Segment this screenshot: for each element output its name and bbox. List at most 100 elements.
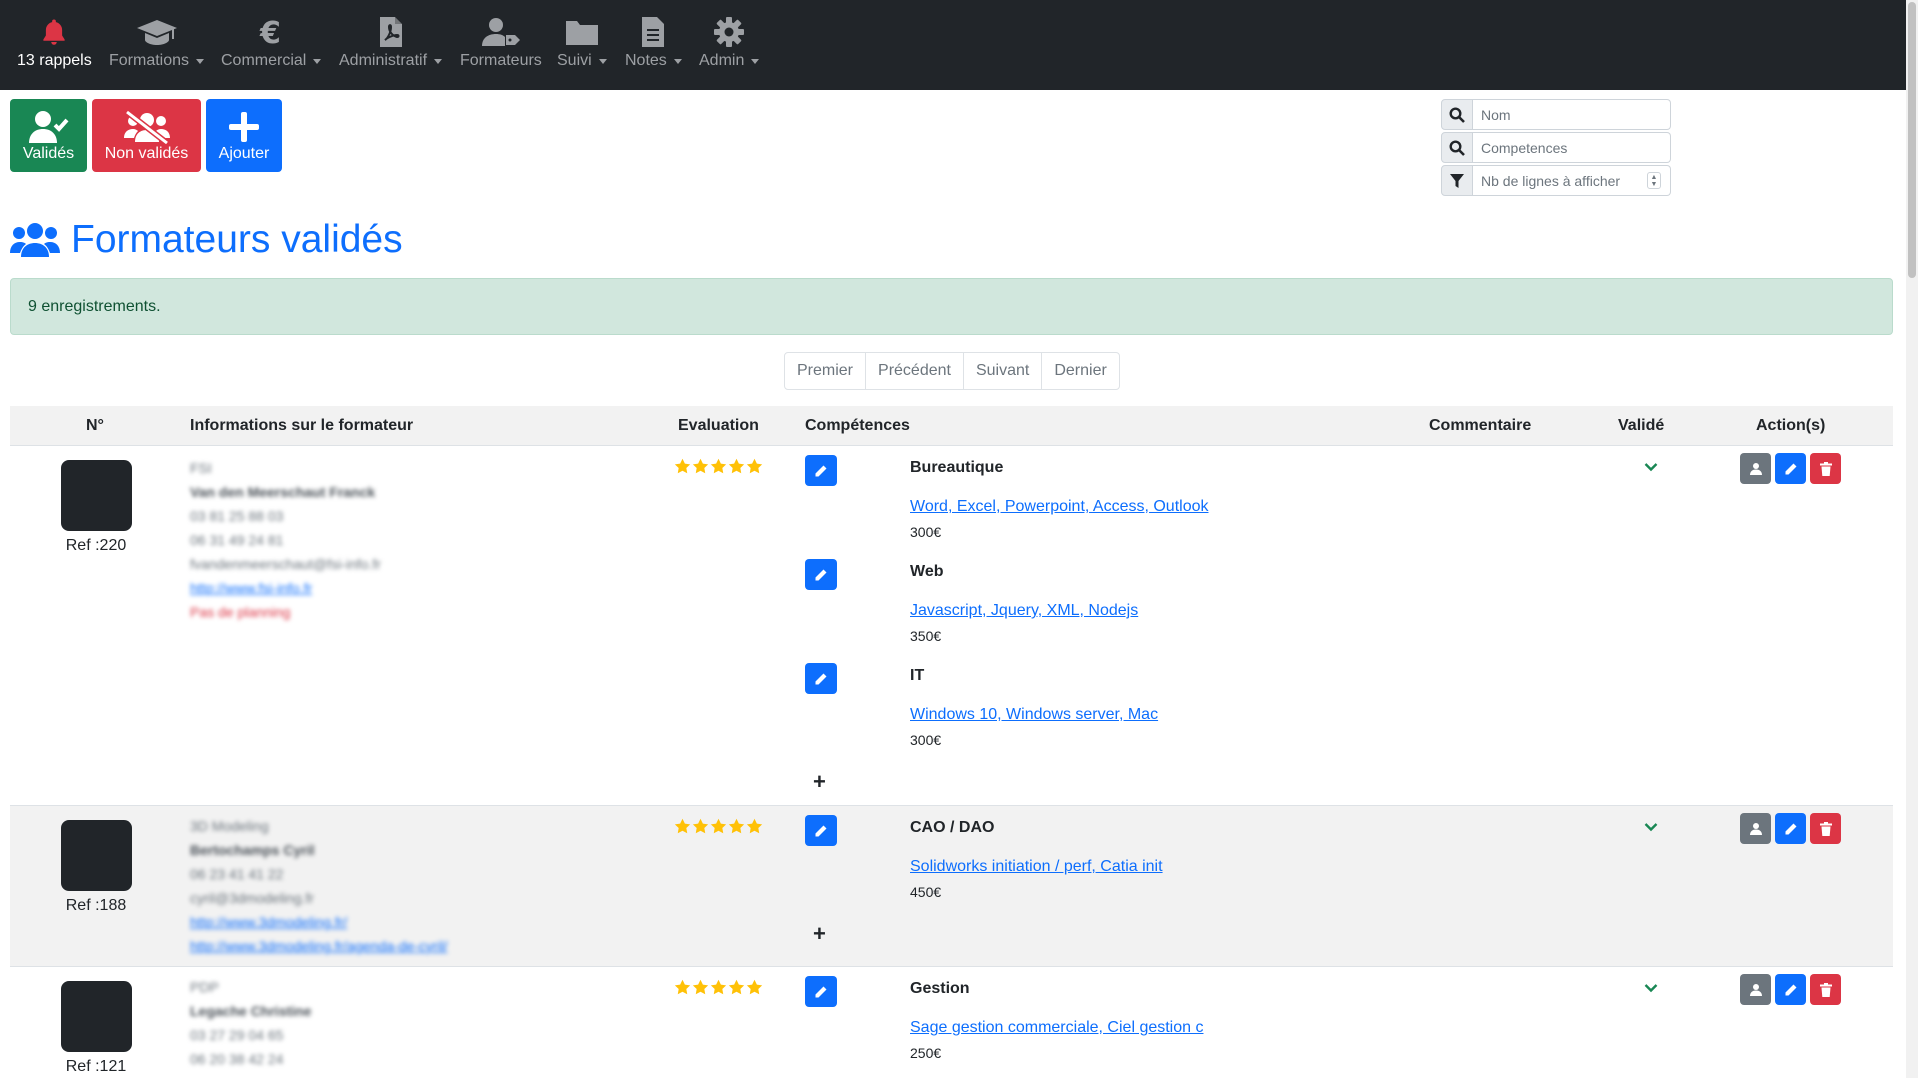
trainer-company: FSI xyxy=(190,460,212,476)
star-icon xyxy=(746,818,763,834)
ajouter-button[interactable]: Ajouter xyxy=(206,99,282,172)
valides-button[interactable]: Validés xyxy=(10,99,87,172)
page-previous[interactable]: Précédent xyxy=(865,353,963,389)
star-icon xyxy=(728,979,745,995)
rating-stars xyxy=(674,458,763,474)
edit-competence-button[interactable] xyxy=(805,663,837,694)
edit-trainer-button[interactable] xyxy=(1775,974,1806,1005)
user-icon xyxy=(1749,822,1762,835)
competence-price: 350€ xyxy=(910,628,942,644)
th-commentaire: Commentaire xyxy=(1429,417,1532,434)
nav-formateurs[interactable]: Formateurs xyxy=(460,12,542,82)
edit-competence-button[interactable] xyxy=(805,815,837,846)
pencil-icon xyxy=(815,986,827,997)
caret-down-icon xyxy=(598,58,607,64)
avatar[interactable] xyxy=(61,820,132,891)
competences-search-group xyxy=(1441,132,1671,163)
th-valide: Validé xyxy=(1618,417,1665,434)
records-count: 9 enregistrements. xyxy=(28,298,161,315)
nav-notes[interactable]: Notes xyxy=(625,12,682,82)
nav-commercial[interactable]: € Commercial xyxy=(221,12,322,82)
star-icon xyxy=(692,458,709,474)
avatar[interactable] xyxy=(61,460,132,531)
competence-link[interactable]: Javascript, Jquery, XML, Nodejs xyxy=(910,602,1138,620)
trainer-company: 3D Modeling xyxy=(190,818,269,834)
chevron-down-icon[interactable] xyxy=(1644,462,1658,472)
page-next[interactable]: Suivant xyxy=(962,353,1041,389)
view-trainer-button[interactable] xyxy=(1740,813,1771,844)
trash-icon xyxy=(1819,982,1832,997)
nav-suivi[interactable]: Suivi xyxy=(557,12,607,82)
scrollbar-thumb[interactable] xyxy=(1908,2,1916,278)
gear-icon xyxy=(714,17,745,47)
delete-trainer-button[interactable] xyxy=(1810,974,1841,1005)
chevron-down-icon[interactable] xyxy=(1644,983,1658,993)
competence-link[interactable]: Sage gestion commerciale, Ciel gestion c xyxy=(910,1019,1203,1037)
trainer-ref: Ref :220 xyxy=(65,537,127,554)
delete-trainer-button[interactable] xyxy=(1810,453,1841,484)
pencil-icon xyxy=(815,465,827,476)
nav-formations[interactable]: Formations xyxy=(109,12,205,82)
nav-administratif[interactable]: Administratif xyxy=(339,12,443,82)
trainer-website[interactable]: http://www.3dmodeling.fr/ xyxy=(190,910,448,934)
trainer-website[interactable]: http://www.fsi-info.fr xyxy=(190,576,381,600)
view-trainer-button[interactable] xyxy=(1740,453,1771,484)
add-competence-button[interactable]: + xyxy=(813,769,826,795)
nav-administratif-label: Administratif xyxy=(339,52,428,69)
non-valides-button[interactable]: Non validés xyxy=(92,99,201,172)
star-icon xyxy=(746,979,763,995)
nom-search-group xyxy=(1441,99,1671,130)
competence-title: Gestion xyxy=(910,980,970,997)
edit-competence-button[interactable] xyxy=(805,455,837,486)
svg-text:€: € xyxy=(259,16,281,48)
trainer-ref: Ref :188 xyxy=(65,897,127,914)
edit-trainer-button[interactable] xyxy=(1775,453,1806,484)
add-competence-button[interactable]: + xyxy=(813,921,826,947)
nom-input[interactable] xyxy=(1473,99,1671,130)
nav-rappels-label: 13 rappels xyxy=(17,52,92,69)
pencil-icon xyxy=(1785,984,1796,995)
page-last[interactable]: Dernier xyxy=(1041,353,1118,389)
lignes-input[interactable] xyxy=(1473,165,1671,196)
user-icon xyxy=(1749,462,1762,475)
trainer-agenda[interactable]: http://www.3dmodeling.fr/agenda-de-cyril… xyxy=(190,934,448,958)
nav-rappels[interactable]: 13 rappels xyxy=(17,12,92,82)
competence-link[interactable]: Windows 10, Windows server, Mac xyxy=(910,706,1158,724)
nav-admin-label: Admin xyxy=(699,52,745,69)
user-icon xyxy=(1749,983,1762,996)
competence-link[interactable]: Solidworks initiation / perf, Catia init xyxy=(910,858,1163,876)
trainer-mobile: 06 20 38 42 24 xyxy=(190,1051,284,1067)
star-icon xyxy=(674,458,691,474)
chevron-down-icon[interactable] xyxy=(1644,822,1658,832)
plus-icon xyxy=(229,111,259,142)
avatar[interactable] xyxy=(61,981,132,1052)
page-first[interactable]: Premier xyxy=(785,353,865,389)
edit-competence-button[interactable] xyxy=(805,559,837,590)
user-check-icon xyxy=(28,110,68,143)
file-text-icon xyxy=(642,17,665,47)
trainer-name: Bertochamps Cyril xyxy=(190,842,315,858)
filter-addon xyxy=(1441,165,1473,196)
trainer-info-blurred: FSI Van den Meerschaut Franck 03 81 25 8… xyxy=(190,456,381,624)
table-row: Ref :188 3D Modeling Bertochamps Cyril 0… xyxy=(10,806,1893,967)
nav-admin[interactable]: Admin xyxy=(699,12,760,82)
vertical-scrollbar[interactable] xyxy=(1906,0,1918,1078)
top-navbar: 13 rappels Formations € Commercial Admin… xyxy=(0,0,1906,90)
view-trainer-button[interactable] xyxy=(1740,974,1771,1005)
th-evaluation: Evaluation xyxy=(678,417,759,434)
trainer-name: Legache Christine xyxy=(190,1003,312,1019)
edit-competence-button[interactable] xyxy=(805,976,837,1007)
trash-icon xyxy=(1819,461,1832,476)
delete-trainer-button[interactable] xyxy=(1810,813,1841,844)
competence-price: 300€ xyxy=(910,732,942,748)
filter-icon xyxy=(1450,173,1464,188)
star-icon xyxy=(746,458,763,474)
competence-link[interactable]: Word, Excel, Powerpoint, Access, Outlook xyxy=(910,498,1209,516)
star-icon xyxy=(710,458,727,474)
nav-formateurs-label: Formateurs xyxy=(460,52,542,69)
edit-trainer-button[interactable] xyxy=(1775,813,1806,844)
number-spinner[interactable]: ▲ ▼ xyxy=(1647,172,1661,189)
trainer-mobile: 06 31 49 24 81 xyxy=(190,532,284,548)
graduation-cap-icon xyxy=(136,20,177,45)
competences-input[interactable] xyxy=(1473,132,1671,163)
